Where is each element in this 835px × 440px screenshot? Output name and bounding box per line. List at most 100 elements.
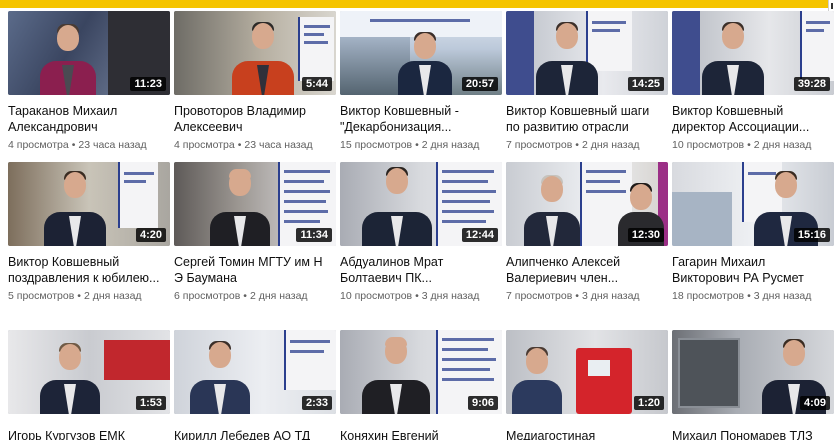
video-card[interactable]: 1:53 Игорь Кургузов ЕМК <box>8 330 170 440</box>
video-title[interactable]: Алипченко Алексей Валериевич член... <box>506 254 666 286</box>
view-count: 4 просмотра <box>174 139 235 151</box>
view-count: 10 просмотров <box>340 290 413 302</box>
speaker-figure <box>40 24 96 95</box>
speaker-figure <box>40 343 100 414</box>
video-thumbnail[interactable]: 39:28 <box>672 11 834 95</box>
video-card[interactable]: 12:30 Алипченко Алексей Валериевич член.… <box>506 162 668 330</box>
video-thumbnail[interactable]: 5:44 <box>174 11 336 95</box>
video-title[interactable]: Сергей Томин МГТУ им Н Э Баумана <box>174 254 334 286</box>
video-title[interactable]: Абдуалинов Мрат Болтаевич ПК... <box>340 254 500 286</box>
upload-age: 3 дня назад <box>753 290 812 302</box>
video-meta: 10 просмотров • 3 дня назад <box>340 290 480 302</box>
speaker-figure <box>536 22 598 95</box>
video-title[interactable]: Коняхин Евгений <box>340 428 500 440</box>
video-title[interactable]: Кирилл Лебедев АО ТД <box>174 428 334 440</box>
video-card[interactable]: 11:34 Сергей Томин МГТУ им Н Э Баумана 6… <box>174 162 336 330</box>
video-meta: 10 просмотров • 2 дня назад <box>672 139 812 151</box>
video-duration: 12:30 <box>627 228 664 242</box>
view-count: 5 просмотров <box>8 290 75 302</box>
video-title[interactable]: Виктор Ковшевный директор Ассоциации... <box>672 103 832 135</box>
video-row: 11:23 Тараканов Михаил Александрович 4 п… <box>8 11 835 179</box>
view-count: 18 просмотров <box>672 290 745 302</box>
video-meta: 15 просмотров • 2 дня назад <box>340 139 480 151</box>
video-meta: 7 просмотров • 2 дня назад <box>506 139 640 151</box>
video-title[interactable]: Тараканов Михаил Александрович <box>8 103 168 135</box>
speaker-figure <box>512 347 562 414</box>
top-accent-bar <box>0 0 828 8</box>
video-title[interactable]: Медиагостиная <box>506 428 666 440</box>
video-card[interactable]: 11:23 Тараканов Михаил Александрович 4 п… <box>8 11 170 179</box>
video-meta: 6 просмотров • 2 дня назад <box>174 290 308 302</box>
speaker-figure <box>210 169 270 246</box>
video-thumbnail[interactable]: 15:16 <box>672 162 834 246</box>
video-card[interactable]: 15:16 Гагарин Михаил Викторович РА Русме… <box>672 162 834 330</box>
video-duration: 4:09 <box>799 396 830 410</box>
upload-age: 23 часа назад <box>244 139 313 151</box>
video-thumbnail[interactable]: 14:25 <box>506 11 668 95</box>
view-count: 7 просмотров <box>506 290 573 302</box>
video-duration: 39:28 <box>793 77 830 91</box>
video-thumbnail[interactable]: 4:20 <box>8 162 170 246</box>
video-card[interactable]: 39:28 Виктор Ковшевный директор Ассоциац… <box>672 11 834 179</box>
video-thumbnail[interactable]: 1:53 <box>8 330 170 414</box>
video-thumbnail[interactable]: 11:23 <box>8 11 170 95</box>
video-thumbnail[interactable]: 11:34 <box>174 162 336 246</box>
video-card[interactable]: 2:33 Кирилл Лебедев АО ТД <box>174 330 336 440</box>
speaker-figure <box>190 341 250 414</box>
speaker-figure <box>398 32 452 95</box>
video-duration: 4:20 <box>135 228 166 242</box>
video-duration: 1:20 <box>633 396 664 410</box>
video-duration: 11:23 <box>130 77 166 91</box>
video-title[interactable]: Игорь Кургузов ЕМК <box>8 428 168 440</box>
video-title[interactable]: Михаил Пономарев ТЛЗ <box>672 428 832 440</box>
video-thumbnail[interactable]: 12:44 <box>340 162 502 246</box>
video-thumbnail[interactable]: 1:20 <box>506 330 668 414</box>
video-duration: 1:53 <box>135 396 166 410</box>
video-card[interactable]: 1:20 Медиагостиная <box>506 330 668 440</box>
video-card[interactable]: 12:44 Абдуалинов Мрат Болтаевич ПК... 10… <box>340 162 502 330</box>
upload-age: 2 дня назад <box>421 139 480 151</box>
video-duration: 9:06 <box>467 396 498 410</box>
view-count: 15 просмотров <box>340 139 413 151</box>
video-duration: 20:57 <box>461 77 498 91</box>
video-thumbnail[interactable]: 2:33 <box>174 330 336 414</box>
video-title[interactable]: Виктор Ковшевный шаги по развитию отрасл… <box>506 103 666 135</box>
video-card[interactable]: 4:20 Виктор Ковшевный поздравления к юби… <box>8 162 170 330</box>
video-meta: 4 просмотра • 23 часа назад <box>8 139 147 151</box>
upload-age: 2 дня назад <box>83 290 142 302</box>
video-card[interactable]: 9:06 Коняхин Евгений <box>340 330 502 440</box>
video-duration: 2:33 <box>301 396 332 410</box>
video-title[interactable]: Виктор Ковшевный поздравления к юбилею..… <box>8 254 168 286</box>
video-meta: 7 просмотров • 3 дня назад <box>506 290 640 302</box>
video-meta: 5 просмотров • 2 дня назад <box>8 290 142 302</box>
speaker-figure <box>524 175 580 246</box>
video-thumbnail[interactable]: 4:09 <box>672 330 834 414</box>
video-thumbnail[interactable]: 12:30 <box>506 162 668 246</box>
video-duration: 11:34 <box>296 228 332 242</box>
video-card[interactable]: 20:57 Виктор Ковшевный - "Декарбонизация… <box>340 11 502 179</box>
video-title[interactable]: Провоторов Владимир Алексеевич <box>174 103 334 135</box>
video-duration: 15:16 <box>793 228 830 242</box>
video-title[interactable]: Виктор Ковшевный - "Декарбонизация... <box>340 103 500 135</box>
upload-age: 3 дня назад <box>421 290 480 302</box>
video-thumbnail[interactable]: 9:06 <box>340 330 502 414</box>
video-card[interactable]: 14:25 Виктор Ковшевный шаги по развитию … <box>506 11 668 179</box>
speaker-figure <box>362 167 432 246</box>
video-meta: 4 просмотра • 23 часа назад <box>174 139 313 151</box>
upload-age: 2 дня назад <box>581 139 640 151</box>
video-title[interactable]: Гагарин Михаил Викторович РА Русмет <box>672 254 832 286</box>
speaker-figure <box>232 22 294 95</box>
view-count: 4 просмотра <box>8 139 69 151</box>
view-count: 7 просмотров <box>506 139 573 151</box>
upload-age: 23 часа назад <box>78 139 147 151</box>
video-meta: 18 просмотров • 3 дня назад <box>672 290 812 302</box>
video-card[interactable]: 4:09 Михаил Пономарев ТЛЗ <box>672 330 834 440</box>
video-card[interactable]: 5:44 Провоторов Владимир Алексеевич 4 пр… <box>174 11 336 179</box>
upload-age: 2 дня назад <box>249 290 308 302</box>
video-duration: 12:44 <box>461 228 498 242</box>
speaker-figure <box>362 337 430 414</box>
video-thumbnail[interactable]: 20:57 <box>340 11 502 95</box>
video-row: 4:20 Виктор Ковшевный поздравления к юби… <box>8 162 835 330</box>
video-duration: 14:25 <box>627 77 664 91</box>
upload-age: 2 дня назад <box>753 139 812 151</box>
